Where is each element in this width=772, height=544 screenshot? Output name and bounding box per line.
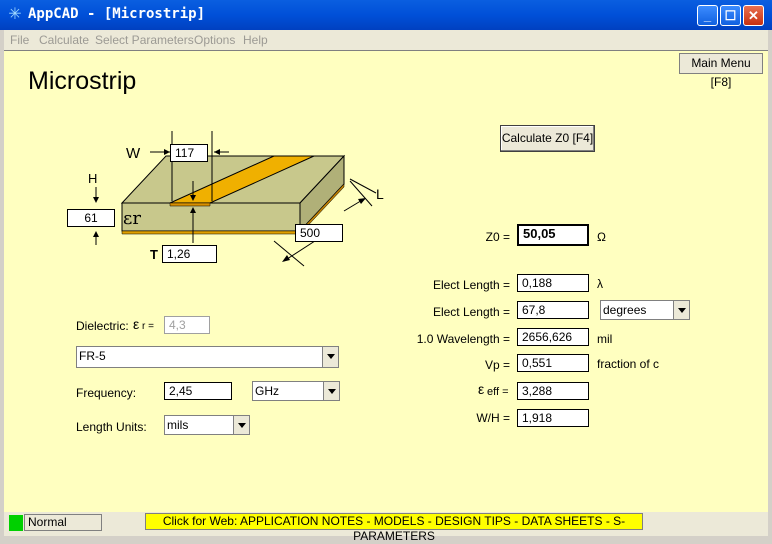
length-units-select[interactable]: mils bbox=[164, 415, 250, 435]
appcad-icon: ✳ bbox=[8, 6, 22, 23]
menu-help[interactable]: Help bbox=[243, 33, 268, 47]
eeff-output: 3,288 bbox=[517, 382, 589, 400]
z0-output: 50,05 bbox=[517, 224, 589, 246]
er-sub: r = bbox=[142, 321, 154, 332]
er-label: εr bbox=[123, 208, 141, 229]
frequency-input[interactable]: 2,45 bbox=[164, 382, 232, 400]
wh-label: W/H = bbox=[476, 411, 510, 425]
eeff-symbol: ε bbox=[478, 381, 485, 397]
z0-label: Z0 = bbox=[485, 230, 510, 244]
t-input[interactable]: 1,26 bbox=[162, 245, 217, 263]
client-area: Microstrip Main Menu [F8] Calculate Z0 [… bbox=[4, 50, 768, 513]
er-symbol: ε bbox=[133, 316, 140, 332]
elect-length-deg-output: 67,8 bbox=[517, 301, 589, 319]
dielectric-material-value: FR-5 bbox=[79, 349, 106, 363]
angle-unit-select[interactable]: degrees bbox=[600, 300, 690, 320]
h-label: H bbox=[88, 171, 98, 186]
chevron-down-icon[interactable] bbox=[673, 301, 689, 319]
menu-select-parameters[interactable]: Select Parameters bbox=[95, 33, 194, 47]
wh-output: 1,918 bbox=[517, 409, 589, 427]
elect-length-deg-label: Elect Length = bbox=[432, 305, 510, 319]
page-title: Microstrip bbox=[28, 67, 137, 95]
dielectric-label: Dielectric: bbox=[76, 319, 129, 333]
close-button[interactable]: ✕ bbox=[743, 5, 764, 26]
lambda-unit: λ bbox=[597, 277, 603, 291]
vp-output: 0,551 bbox=[517, 354, 589, 372]
menu-bar: File Calculate Select Parameters Options… bbox=[4, 30, 768, 50]
l-input[interactable]: 500 bbox=[295, 224, 343, 242]
er-input: 4,3 bbox=[164, 316, 210, 334]
chevron-down-icon[interactable] bbox=[322, 347, 338, 367]
t-label: T bbox=[150, 247, 158, 262]
web-link-banner[interactable]: Click for Web: APPLICATION NOTES - MODEL… bbox=[145, 513, 643, 543]
frequency-label: Frequency: bbox=[76, 386, 137, 400]
w-input[interactable]: 117 bbox=[170, 144, 208, 162]
elect-length-lambda-output: 0,188 bbox=[517, 274, 589, 292]
menu-options[interactable]: Options bbox=[194, 33, 235, 47]
frequency-unit-value: GHz bbox=[255, 384, 279, 398]
frequency-unit-select[interactable]: GHz bbox=[252, 381, 340, 401]
main-menu-button[interactable]: Main Menu [F8] bbox=[679, 53, 763, 89]
title-bar: ✳ AppCAD - [Microstrip] _ ☐ ✕ bbox=[0, 0, 772, 30]
microstrip-diagram bbox=[93, 131, 377, 267]
calculate-z0-button[interactable]: Calculate Z0 [F4] bbox=[500, 125, 595, 152]
z0-unit: Ω bbox=[597, 230, 606, 244]
minimize-button[interactable]: _ bbox=[697, 5, 718, 26]
menu-file[interactable]: File bbox=[10, 33, 29, 47]
wavelength-label: 1.0 Wavelength = bbox=[416, 332, 510, 346]
eeff-sub: eff = bbox=[487, 386, 509, 398]
status-bar: Normal Click for Web: APPLICATION NOTES … bbox=[4, 512, 768, 543]
status-mode: Normal bbox=[24, 514, 102, 531]
angle-unit-value: degrees bbox=[603, 303, 647, 317]
l-label: L bbox=[376, 186, 384, 202]
w-label: W bbox=[126, 145, 141, 162]
chevron-down-icon[interactable] bbox=[323, 382, 339, 400]
substrate-front bbox=[121, 202, 301, 232]
maximize-button[interactable]: ☐ bbox=[720, 5, 741, 26]
menu-calculate[interactable]: Calculate bbox=[39, 33, 89, 47]
status-led-icon bbox=[9, 515, 23, 531]
vp-unit: fraction of c bbox=[597, 357, 660, 371]
wavelength-unit: mil bbox=[597, 332, 613, 346]
ground-plane bbox=[121, 230, 301, 235]
window-title: AppCAD - [Microstrip] bbox=[28, 6, 206, 22]
vp-label: Vp = bbox=[484, 358, 510, 372]
elect-length-lambda-label: Elect Length = bbox=[432, 278, 510, 292]
chevron-down-icon[interactable] bbox=[233, 416, 249, 434]
dielectric-material-select[interactable]: FR-5 bbox=[76, 346, 339, 368]
length-units-label: Length Units: bbox=[76, 420, 147, 434]
length-units-value: mils bbox=[167, 418, 189, 432]
h-input[interactable]: 61 bbox=[67, 209, 115, 227]
wavelength-output: 2656,626 bbox=[517, 328, 589, 346]
